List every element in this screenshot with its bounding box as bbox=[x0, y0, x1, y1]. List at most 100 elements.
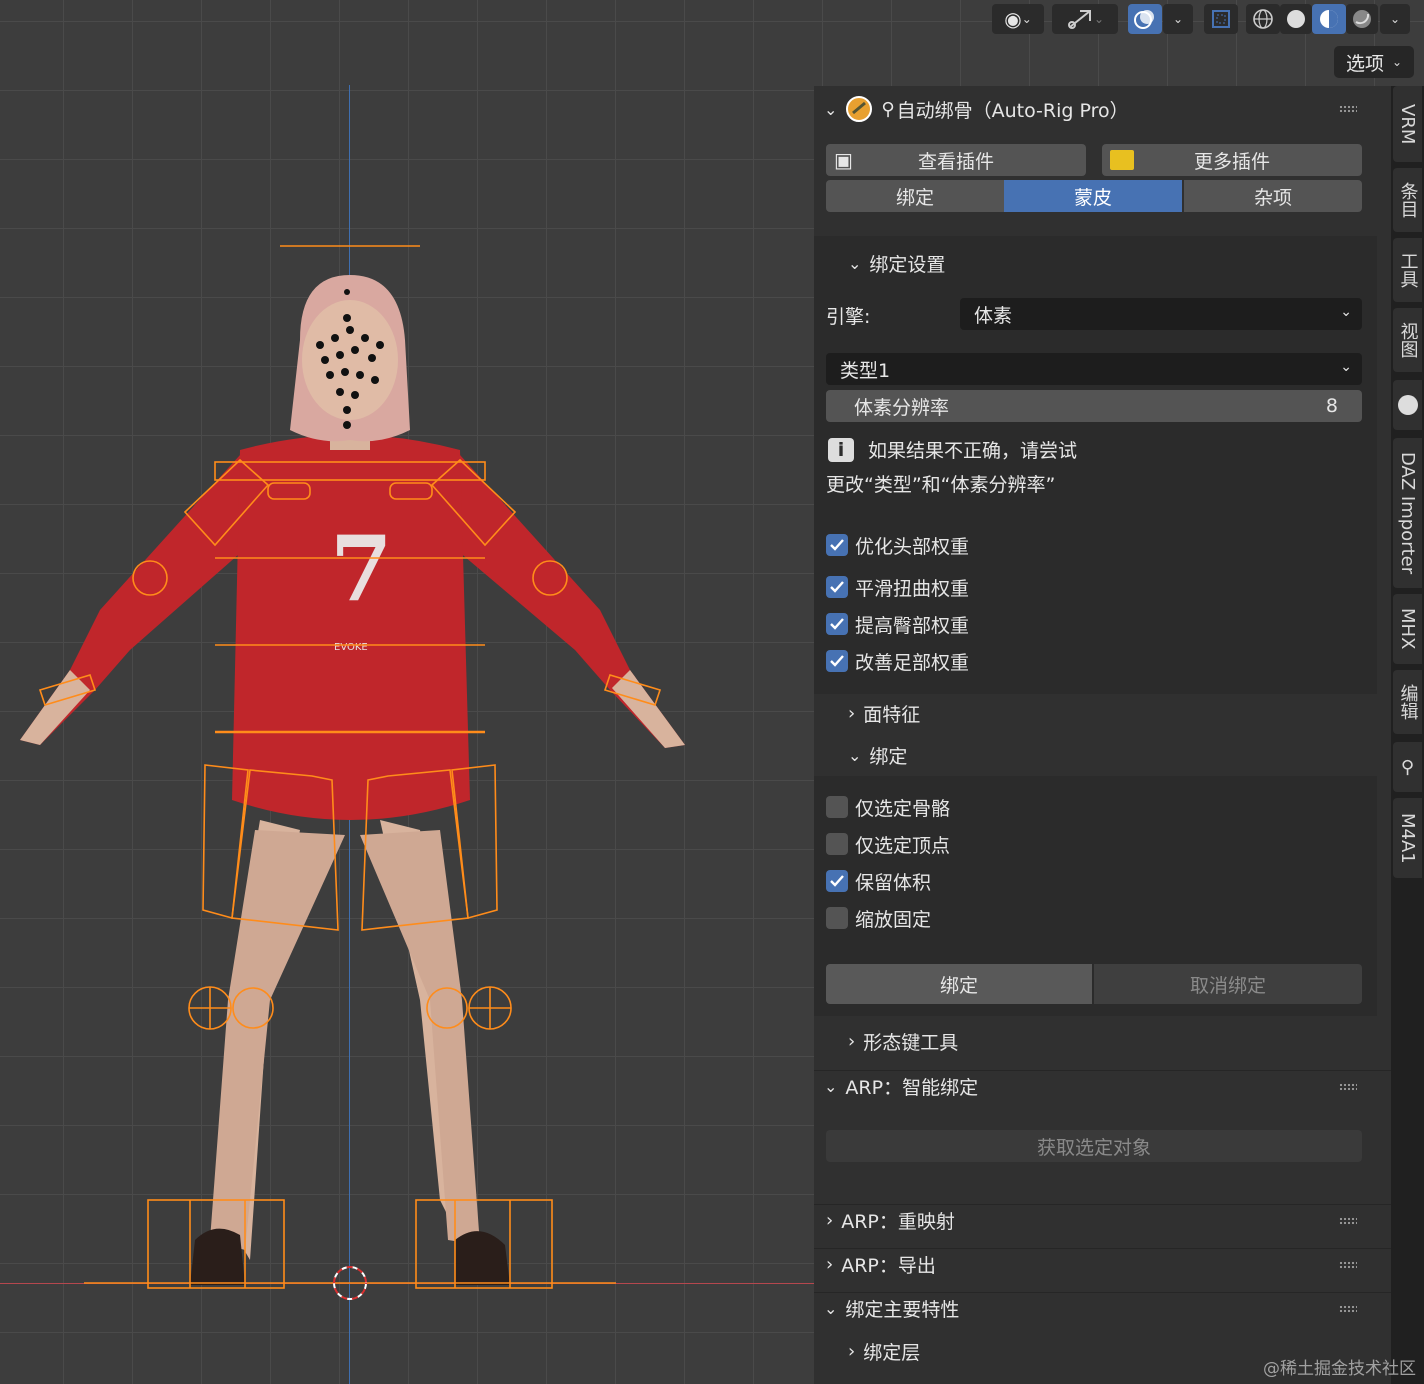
options-label: 选项 bbox=[1345, 52, 1384, 75]
smart-rig-header[interactable]: ⌄ ARP：智能绑定 bbox=[814, 1070, 1391, 1102]
xray-toggle[interactable] bbox=[1204, 4, 1238, 34]
svg-text:7: 7 bbox=[330, 516, 393, 622]
checkbox-unchecked-icon[interactable] bbox=[826, 907, 848, 929]
chevron-right-icon: › bbox=[826, 1254, 834, 1275]
more-addons-button[interactable]: 更多插件 bbox=[1102, 144, 1362, 176]
tab-bind-label: 绑定 bbox=[895, 186, 934, 209]
engine-dropdown[interactable]: 体素 ⌄ bbox=[960, 298, 1362, 330]
rendered-sphere-icon bbox=[1353, 10, 1371, 28]
info-icon: i bbox=[828, 437, 854, 462]
chevron-down-icon: ⌄ bbox=[1340, 359, 1352, 375]
bind-sub-header[interactable]: ⌄ 绑定 bbox=[814, 740, 1391, 770]
rig-main-header[interactable]: ⌄ 绑定主要特性 bbox=[814, 1292, 1391, 1324]
drag-grip-icon[interactable] bbox=[1339, 1305, 1357, 1313]
unbind-button-label: 取消绑定 bbox=[1189, 974, 1266, 997]
tab-daz-importer-label: DAZ Importer bbox=[1397, 451, 1418, 575]
shading-material[interactable] bbox=[1312, 4, 1346, 34]
tab-skin-label: 蒙皮 bbox=[1073, 186, 1112, 209]
tab-edit[interactable]: 编辑 bbox=[1393, 670, 1422, 734]
view-addons-label: 查看插件 bbox=[917, 150, 994, 173]
gizmo-dropdown[interactable]: ⌄ bbox=[1052, 4, 1118, 34]
drag-grip-icon[interactable] bbox=[1339, 1217, 1357, 1225]
checkbox-checked-icon[interactable] bbox=[826, 650, 848, 672]
option-scale-fix[interactable]: 缩放固定 bbox=[826, 905, 931, 931]
shading-wireframe[interactable] bbox=[1246, 4, 1280, 34]
option-hip-weights[interactable]: 提高臀部权重 bbox=[826, 611, 969, 637]
view-addons-button[interactable]: ▣ 查看插件 bbox=[826, 144, 1086, 176]
get-selected-label: 获取选定对象 bbox=[1036, 1136, 1151, 1159]
option-smooth-twist[interactable]: 平滑扭曲权重 bbox=[826, 574, 969, 600]
tab-bind[interactable]: 绑定 bbox=[826, 180, 1004, 212]
remap-label: ARP：重映射 bbox=[841, 1211, 955, 1233]
option-label: 改善足部权重 bbox=[855, 651, 970, 674]
chevron-right-icon: › bbox=[848, 1340, 856, 1362]
option-selected-bones[interactable]: 仅选定骨骼 bbox=[826, 794, 950, 820]
bind-settings-header[interactable]: ⌄ 绑定设置 bbox=[814, 248, 1391, 278]
tab-m4a1-label: M4A1 bbox=[1397, 812, 1418, 864]
sidebar-tab-strip: VRM 条目 工具 视图 DAZ Importer MHX 编辑 ⚲ M4A1 bbox=[1391, 86, 1424, 1384]
shading-rendered[interactable] bbox=[1346, 4, 1378, 34]
shading-dropdown[interactable]: ⌄ bbox=[1380, 4, 1410, 34]
chevron-down-icon: ⌄ bbox=[824, 99, 838, 119]
option-foot-weights[interactable]: 改善足部权重 bbox=[826, 648, 969, 674]
tab-tool-label: 工具 bbox=[1397, 252, 1419, 288]
export-header[interactable]: › ARP：导出 bbox=[814, 1248, 1391, 1280]
checkbox-unchecked-icon[interactable] bbox=[826, 833, 848, 855]
tab-view[interactable]: 视图 bbox=[1393, 308, 1422, 372]
shading-solid[interactable] bbox=[1280, 4, 1312, 34]
chevron-down-icon: ⌄ bbox=[1389, 12, 1401, 26]
checkbox-unchecked-icon[interactable] bbox=[826, 796, 848, 818]
chevron-down-icon: ⌄ bbox=[824, 1299, 838, 1318]
visibility-dropdown[interactable]: ◉ ⌄ bbox=[992, 4, 1044, 34]
tab-view-label: 视图 bbox=[1397, 322, 1419, 358]
checkbox-checked-icon[interactable] bbox=[826, 576, 848, 598]
engine-value: 体素 bbox=[974, 304, 1013, 327]
facial-features-header[interactable]: › 面特征 bbox=[814, 698, 1391, 728]
options-dropdown[interactable]: 选项 ⌄ bbox=[1334, 46, 1414, 78]
unbind-button[interactable]: 取消绑定 bbox=[1094, 964, 1362, 1004]
chevron-down-icon: ⌄ bbox=[1340, 304, 1352, 320]
tab-vrm-label: VRM bbox=[1397, 103, 1418, 145]
tab-misc[interactable]: 杂项 bbox=[1184, 180, 1362, 212]
tab-skin[interactable]: 蒙皮 bbox=[1004, 180, 1182, 212]
option-label: 仅选定顶点 bbox=[855, 834, 951, 857]
bind-button[interactable]: 绑定 bbox=[826, 964, 1092, 1004]
info-message: i 如果结果不正确，请尝试 bbox=[828, 436, 1077, 463]
addon-panel-header[interactable]: ⌄ ⚲ 自动绑骨（Auto-Rig Pro） bbox=[814, 86, 1391, 132]
tab-mhx-label: MHX bbox=[1397, 608, 1418, 650]
option-label: 保留体积 bbox=[855, 871, 932, 894]
option-selected-verts[interactable]: 仅选定顶点 bbox=[826, 831, 950, 857]
chevron-down-icon: ⌄ bbox=[824, 1077, 838, 1096]
voxel-resolution-field[interactable]: 体素分辨率 8 bbox=[826, 390, 1362, 422]
drag-grip-icon[interactable] bbox=[1339, 105, 1357, 113]
tab-tool[interactable]: 工具 bbox=[1393, 238, 1422, 302]
drag-grip-icon[interactable] bbox=[1339, 1083, 1357, 1091]
checkbox-checked-icon[interactable] bbox=[826, 534, 848, 556]
overlays-dropdown[interactable]: ⌄ bbox=[1163, 4, 1193, 34]
shapekey-tools-header[interactable]: › 形态键工具 bbox=[814, 1026, 1391, 1056]
character-model[interactable]: 7 EVOKE bbox=[0, 230, 720, 1310]
drag-grip-icon[interactable] bbox=[1339, 1261, 1357, 1269]
tab-vrm[interactable]: VRM bbox=[1393, 86, 1422, 162]
puzzle-icon bbox=[1397, 395, 1418, 415]
remap-header[interactable]: › ARP：重映射 bbox=[814, 1204, 1391, 1236]
option-head-weights[interactable]: 优化头部权重 bbox=[826, 532, 969, 558]
tab-bone-tool[interactable]: ⚲ bbox=[1393, 742, 1422, 792]
checkbox-checked-icon[interactable] bbox=[826, 613, 848, 635]
material-sphere-icon bbox=[1320, 10, 1338, 28]
chevron-right-icon: › bbox=[826, 1210, 834, 1231]
option-label: 缩放固定 bbox=[855, 908, 932, 931]
tab-addon-icon[interactable] bbox=[1393, 380, 1422, 430]
tab-mhx[interactable]: MHX bbox=[1393, 594, 1422, 664]
option-preserve-volume[interactable]: 保留体积 bbox=[826, 868, 931, 894]
bone-icon: ⚲ bbox=[1400, 756, 1415, 778]
rig-main-label: 绑定主要特性 bbox=[845, 1299, 960, 1321]
type-dropdown[interactable]: 类型1 ⌄ bbox=[826, 353, 1362, 385]
tab-m4a1[interactable]: M4A1 bbox=[1393, 798, 1422, 878]
tab-item[interactable]: 条目 bbox=[1393, 168, 1422, 232]
checkbox-checked-icon[interactable] bbox=[826, 870, 848, 892]
chevron-down-icon: ⌄ bbox=[1093, 12, 1105, 26]
overlays-toggle[interactable] bbox=[1128, 4, 1162, 34]
tab-daz-importer[interactable]: DAZ Importer bbox=[1393, 438, 1422, 588]
get-selected-button[interactable]: 获取选定对象 bbox=[826, 1130, 1362, 1162]
